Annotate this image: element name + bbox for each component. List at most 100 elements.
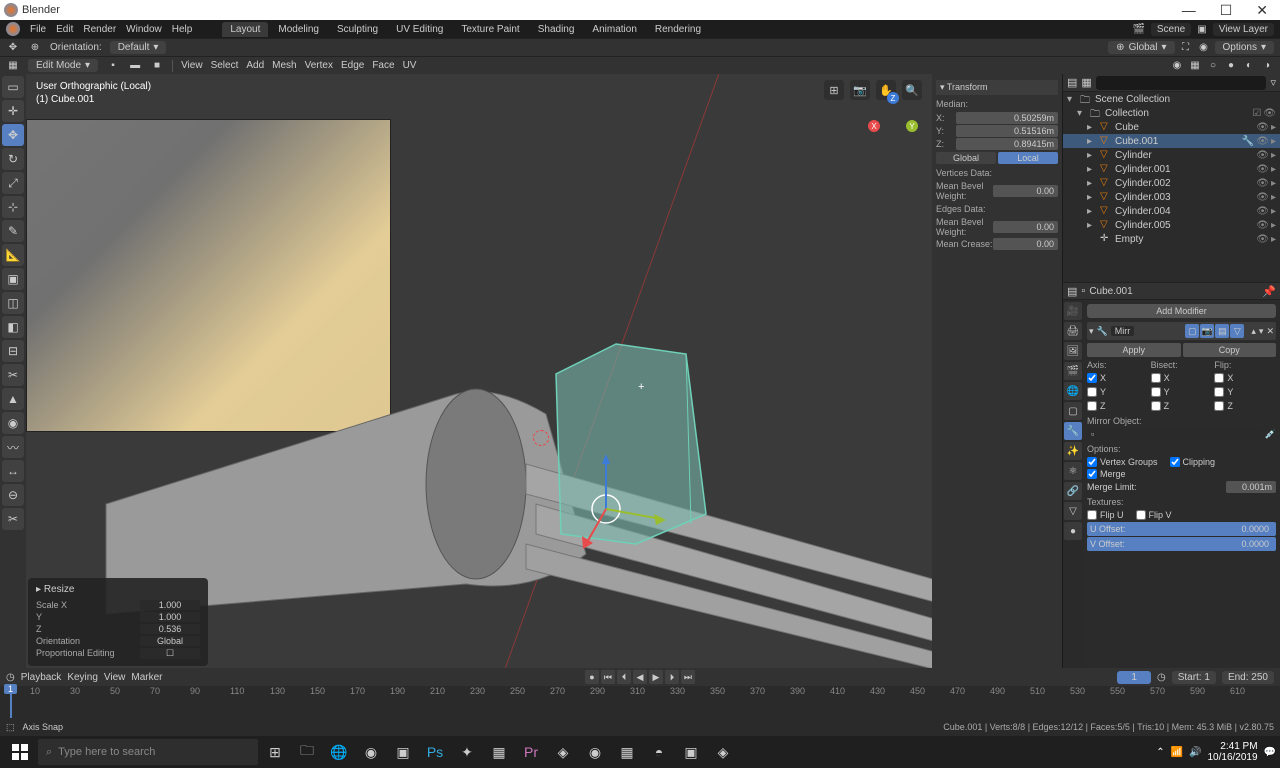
tab-uvediting[interactable]: UV Editing <box>388 22 451 37</box>
mod-render-icon[interactable]: 📷 <box>1200 324 1214 338</box>
tab-texturepaint[interactable]: Texture Paint <box>453 22 527 37</box>
menu-file[interactable]: File <box>30 24 46 35</box>
volume-icon[interactable]: 🔊 <box>1189 747 1201 758</box>
app-icon-2[interactable]: ✦ <box>452 738 482 766</box>
tab-shading[interactable]: Shading <box>530 22 583 37</box>
merge-checkbox[interactable]: Merge <box>1087 468 1276 480</box>
keyframe-prev-icon[interactable]: ⏴ <box>617 670 631 684</box>
operator-panel[interactable]: ▸ Resize Scale X1.000 Y1.000 Z0.536 Orie… <box>28 578 208 666</box>
timeline-ruler[interactable]: 1030507090110130150170190210230250270290… <box>0 686 1280 718</box>
shading-solid-icon[interactable]: ● <box>1224 59 1238 73</box>
scale-z-input[interactable]: 0.536 <box>140 624 200 634</box>
scale-tool[interactable]: ⤢ <box>2 172 24 194</box>
particle-tab[interactable]: ✨ <box>1064 442 1082 460</box>
render-tab[interactable]: 🎥 <box>1064 302 1082 320</box>
menu-render[interactable]: Render <box>83 24 116 35</box>
tab-rendering[interactable]: Rendering <box>647 22 709 37</box>
menu-face[interactable]: Face <box>372 60 394 71</box>
taskbar-search[interactable]: ⌕Type here to search <box>38 739 258 765</box>
app-icon-3[interactable]: ▦ <box>484 738 514 766</box>
menu-vertex[interactable]: Vertex <box>305 60 333 71</box>
options-dropdown[interactable]: Options ▾ <box>1215 41 1275 54</box>
tray-chevron-icon[interactable]: ⌃ <box>1156 747 1164 758</box>
median-x-input[interactable]: 0.50259m <box>956 112 1058 124</box>
bevel-tool[interactable]: ◧ <box>2 316 24 338</box>
tab-animation[interactable]: Animation <box>584 22 644 37</box>
tab-sculpting[interactable]: Sculpting <box>329 22 386 37</box>
copy-button[interactable]: Copy <box>1183 343 1277 357</box>
menu-mesh[interactable]: Mesh <box>272 60 296 71</box>
menu-view[interactable]: View <box>104 672 126 683</box>
maximize-button[interactable]: ☐ <box>1212 2 1241 19</box>
menu-help[interactable]: Help <box>172 24 193 35</box>
median-y-input[interactable]: 0.51516m <box>956 125 1058 137</box>
axis-x-checkbox[interactable]: X <box>1087 372 1149 384</box>
add-modifier-dropdown[interactable]: Add Modifier <box>1087 304 1276 318</box>
bisect-z-checkbox[interactable]: Z <box>1151 400 1213 412</box>
outliner-editor-icon[interactable]: ▤ <box>1067 76 1077 89</box>
shrink-tool[interactable]: ⊖ <box>2 484 24 506</box>
mode-dropdown[interactable]: Edit Mode ▾ <box>28 59 98 72</box>
photoshop-icon[interactable]: Ps <box>420 738 450 766</box>
close-button[interactable]: ✕ <box>1248 2 1276 19</box>
snap-icon[interactable]: ⛶ <box>1179 41 1193 55</box>
bisect-y-checkbox[interactable]: Y <box>1151 386 1213 398</box>
menu-window[interactable]: Window <box>126 24 162 35</box>
mean-crease-input[interactable]: 0.00 <box>993 238 1058 250</box>
rip-tool[interactable]: ✂ <box>2 508 24 530</box>
viewlayer-tab[interactable]: 🖼 <box>1064 342 1082 360</box>
scale-x-input[interactable]: 1.000 <box>140 600 200 610</box>
start-frame-input[interactable]: 1 <box>1204 672 1210 683</box>
bisect-x-checkbox[interactable]: X <box>1151 372 1213 384</box>
shading-render-icon[interactable]: ◑ <box>1260 59 1274 73</box>
polybuild-tool[interactable]: ▲ <box>2 388 24 410</box>
app-icon-6[interactable]: ▦ <box>612 738 642 766</box>
output-tab[interactable]: 🖨 <box>1064 322 1082 340</box>
menu-uv[interactable]: UV <box>403 60 417 71</box>
jump-end-icon[interactable]: ⏭ <box>681 670 695 684</box>
menu-playback[interactable]: Playback <box>21 672 62 683</box>
cursor-tool-icon[interactable]: ✥ <box>6 41 20 55</box>
bevel-weight-input[interactable]: 0.00 <box>993 185 1058 197</box>
shading-wire-icon[interactable]: ○ <box>1206 59 1220 73</box>
premiere-icon[interactable]: Pr <box>516 738 546 766</box>
menu-marker[interactable]: Marker <box>131 672 162 683</box>
tab-layout[interactable]: Layout <box>222 22 268 37</box>
edge-icon[interactable]: 🌐 <box>324 738 354 766</box>
object-tab[interactable]: ▢ <box>1064 402 1082 420</box>
object-pin-icon[interactable]: ▫ <box>1081 285 1085 297</box>
app-icon-8[interactable]: ◈ <box>708 738 738 766</box>
overlay-icon[interactable]: ◉ <box>1170 59 1184 73</box>
flip-x-checkbox[interactable]: X <box>1214 372 1276 384</box>
blender-taskbar-icon[interactable]: ◓ <box>644 738 674 766</box>
xray-icon[interactable]: ▦ <box>1188 59 1202 73</box>
edge-bevel-input[interactable]: 0.00 <box>993 221 1058 233</box>
mod-cage-icon[interactable]: ▽ <box>1230 324 1244 338</box>
mod-moveup-icon[interactable]: ▴ <box>1251 326 1256 337</box>
menu-keying[interactable]: Keying <box>67 672 98 683</box>
orientation-select[interactable]: Global <box>140 636 200 646</box>
u-offset-input[interactable]: 0.0000 <box>1223 523 1273 535</box>
proportional-icon[interactable]: ◉ <box>1197 41 1211 55</box>
explorer-icon[interactable]: 🗀 <box>292 738 322 766</box>
spin-tool[interactable]: ◉ <box>2 412 24 434</box>
eyedropper-icon[interactable]: 💉 <box>1265 429 1276 440</box>
modifier-header[interactable]: ▾🔧 Mirr ▢ 📷 ▤ ▽ ▴ ▾ ✕ <box>1087 322 1276 340</box>
flip-u-checkbox[interactable]: Flip U <box>1087 509 1124 521</box>
smooth-tool[interactable]: 〰 <box>2 436 24 458</box>
modifier-tab[interactable]: 🔧 <box>1064 422 1082 440</box>
editor-type-icon[interactable]: ▦ <box>6 59 20 73</box>
world-tab[interactable]: 🌐 <box>1064 382 1082 400</box>
global-button[interactable]: Global <box>936 152 996 164</box>
timeline-editor-icon[interactable]: ◷ <box>6 672 15 683</box>
menu-view[interactable]: View <box>181 60 203 71</box>
scene-field[interactable]: Scene <box>1151 23 1191 36</box>
mod-movedown-icon[interactable]: ▾ <box>1259 326 1264 337</box>
3d-viewport[interactable]: User Orthographic (Local) (1) Cube.001 ⊞… <box>26 74 932 668</box>
play-icon[interactable]: ▶ <box>649 670 663 684</box>
proportional-checkbox[interactable]: ☐ <box>140 648 200 659</box>
flip-v-checkbox[interactable]: Flip V <box>1136 509 1172 521</box>
edgeslide-tool[interactable]: ↔ <box>2 460 24 482</box>
app-icon-7[interactable]: ▣ <box>676 738 706 766</box>
flip-z-checkbox[interactable]: Z <box>1214 400 1276 412</box>
